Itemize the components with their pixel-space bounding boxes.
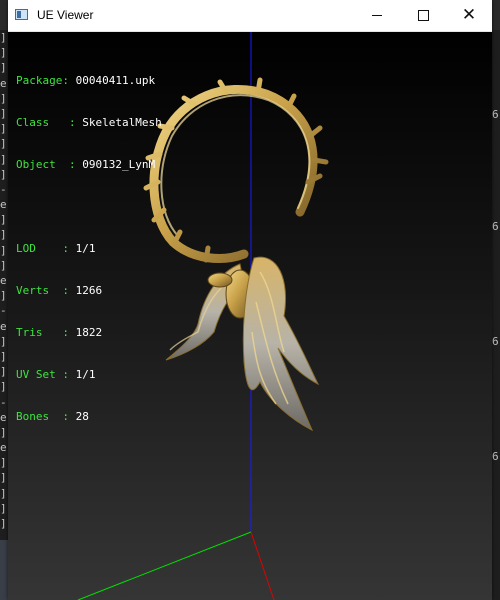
mesh-info-overlay: Package: 00040411.upk Class : SkeletalMe… [16, 74, 162, 423]
object-label: Object [16, 158, 56, 171]
console-char: 6 [492, 220, 499, 233]
console-char: 6 [492, 450, 499, 463]
console-char: ] [0, 91, 7, 105]
lod-label: LOD [16, 242, 36, 255]
verts-value: 1266 [75, 284, 103, 297]
mesh-ornate-ring [143, 77, 329, 263]
console-char: ] [0, 349, 7, 363]
app-window-icon[interactable] [15, 9, 28, 20]
window-title: UE Viewer [37, 8, 94, 22]
background-console-right: 6 6 6 6 [492, 30, 500, 600]
console-char: ] [0, 137, 7, 151]
console-char: ] [0, 61, 7, 75]
console-char: ] [0, 365, 7, 379]
class-label: Class [16, 116, 50, 129]
console-char: ] [0, 258, 7, 272]
verts-label: Verts [16, 284, 50, 297]
package-label: Package [16, 74, 63, 87]
lod-value: 1/1 [75, 242, 96, 255]
console-char: e [0, 319, 7, 333]
console-char: ] [0, 471, 7, 485]
console-char: e [0, 198, 7, 212]
console-char: ] [0, 243, 7, 257]
console-char: ] [0, 380, 7, 394]
class-value: SkeletalMesh [82, 116, 162, 129]
object-value: 090132_LynM [82, 158, 156, 171]
ue-viewer-window: UE Viewer ✕ Package: 00040411.upk Class … [8, 0, 492, 600]
console-char: ] [0, 425, 7, 439]
uvset-label: UV Set [16, 368, 56, 381]
console-char: ] [0, 167, 7, 181]
3d-viewport[interactable]: Package: 00040411.upk Class : SkeletalMe… [8, 32, 492, 600]
console-char: - [0, 182, 7, 196]
bones-label: Bones [16, 410, 50, 423]
tris-label: Tris [16, 326, 43, 339]
uvset-value: 1/1 [75, 368, 96, 381]
console-char: 6 [492, 335, 499, 348]
close-button[interactable]: ✕ [446, 0, 492, 31]
console-char: ] [0, 334, 7, 348]
console-char: ] [0, 456, 7, 470]
title-bar[interactable]: UE Viewer ✕ [8, 0, 492, 32]
minimize-icon [372, 15, 382, 16]
package-value: 00040411.upk [75, 74, 156, 87]
console-char: 6 [492, 108, 499, 121]
minimize-button[interactable] [354, 0, 400, 31]
console-char: ] [0, 31, 7, 44]
console-char: e [0, 441, 7, 455]
console-char: - [0, 395, 7, 409]
console-char: ] [0, 122, 7, 136]
console-char: ] [0, 213, 7, 227]
console-char: ] [0, 106, 7, 120]
bones-value: 28 [75, 410, 89, 423]
console-char: ] [0, 486, 7, 500]
console-char: - [0, 304, 7, 318]
tris-value: 1822 [75, 326, 103, 339]
close-icon: ✕ [461, 5, 477, 25]
maximize-icon [417, 10, 429, 21]
maximize-button[interactable] [400, 0, 446, 31]
console-char: ] [0, 46, 7, 60]
background-taskbar-strip [0, 540, 8, 600]
background-console-left: ]]] e]]]]]] - e]]]] e] - e]]]] - e] e]]]]] [0, 30, 8, 540]
console-char: ] [0, 152, 7, 166]
console-char: ] [0, 228, 7, 242]
mesh-right-wing [242, 256, 320, 432]
console-char: e [0, 410, 7, 424]
console-char: e [0, 274, 7, 287]
console-char: ] [0, 517, 7, 530]
console-char: e [0, 76, 7, 90]
console-char: ] [0, 501, 7, 515]
x-axis-line [250, 531, 275, 600]
console-char: ] [0, 289, 7, 303]
y-axis-line [77, 531, 252, 600]
